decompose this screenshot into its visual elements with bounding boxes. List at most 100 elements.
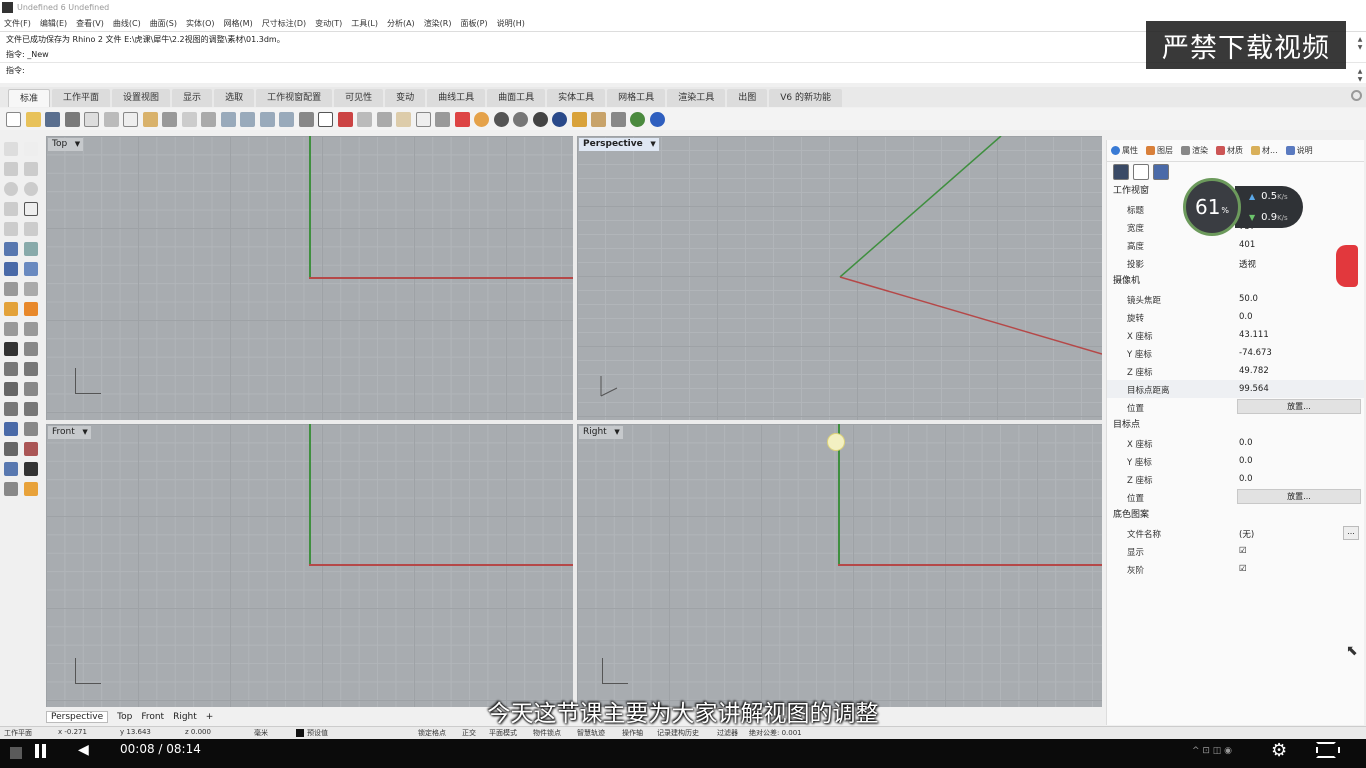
menu-tools[interactable]: 工具(L) bbox=[351, 18, 378, 29]
curve-icon[interactable] bbox=[24, 162, 38, 176]
panel-tab-help[interactable]: 说明 bbox=[1285, 145, 1313, 156]
tab-cplanes[interactable]: 工作平面 bbox=[52, 89, 111, 107]
pan-hand-icon[interactable] bbox=[181, 111, 197, 127]
tab-drafting[interactable]: 出图 bbox=[727, 89, 768, 107]
ghosted-sphere-icon[interactable] bbox=[532, 111, 548, 127]
circle-icon[interactable] bbox=[4, 182, 18, 196]
status-planar[interactable]: 平面模式 bbox=[489, 728, 517, 738]
menu-edit[interactable]: 编辑(E) bbox=[40, 18, 67, 29]
lock-icon[interactable] bbox=[435, 111, 450, 127]
fillet-icon[interactable] bbox=[4, 322, 18, 336]
menu-curve[interactable]: 曲线(C) bbox=[113, 18, 141, 29]
tab-display[interactable]: 显示 bbox=[172, 89, 213, 107]
status-smarttrack[interactable]: 智慧轨迹 bbox=[577, 728, 605, 738]
viewport-right[interactable]: Right ▼ bbox=[577, 424, 1102, 707]
status-history[interactable]: 记录建构历史 bbox=[657, 728, 699, 738]
snapshot-icon[interactable] bbox=[610, 111, 626, 127]
zoom-extents-icon[interactable] bbox=[259, 111, 275, 127]
rotate-view-icon[interactable] bbox=[201, 111, 216, 127]
group-icon[interactable] bbox=[24, 342, 38, 356]
color-wheel-icon[interactable] bbox=[474, 111, 489, 127]
shaded-sphere-icon[interactable] bbox=[493, 111, 509, 127]
mirror-icon[interactable] bbox=[24, 402, 38, 416]
status-cplane[interactable]: 工作平面 bbox=[4, 728, 32, 738]
globe-icon[interactable] bbox=[630, 111, 645, 127]
panel-tab-render[interactable]: 渲染 bbox=[1181, 145, 1208, 156]
check-icon[interactable] bbox=[24, 462, 38, 476]
rectangle-icon[interactable] bbox=[24, 202, 38, 216]
menu-analyze[interactable]: 分析(A) bbox=[387, 18, 415, 29]
panel-tab-materials[interactable]: 材质 bbox=[1216, 145, 1243, 156]
browse-button[interactable]: ... bbox=[1343, 526, 1359, 540]
open-folder-icon[interactable] bbox=[25, 111, 41, 127]
move-icon[interactable] bbox=[4, 382, 18, 396]
viewport-label-top[interactable]: Top ▼ bbox=[48, 138, 84, 151]
status-osnap[interactable]: 物件锁点 bbox=[533, 728, 561, 738]
print-icon[interactable] bbox=[64, 111, 80, 127]
grid-array-icon[interactable] bbox=[4, 442, 18, 456]
menu-file[interactable]: 文件(F) bbox=[4, 18, 31, 29]
panel-tab-properties[interactable]: 属性 bbox=[1111, 145, 1138, 156]
new-file-icon[interactable] bbox=[6, 111, 21, 127]
polyline-icon[interactable] bbox=[4, 162, 18, 176]
viewport-top[interactable]: Top ▼ bbox=[46, 136, 573, 420]
status-layer-swatch[interactable] bbox=[296, 729, 304, 737]
dimension-icon[interactable] bbox=[4, 422, 18, 436]
extrude-icon[interactable] bbox=[4, 282, 18, 296]
command-scrollbar[interactable]: ▲ ▼ ▲ ▼ bbox=[1356, 36, 1364, 84]
freeform-icon[interactable] bbox=[24, 222, 38, 236]
tab-select[interactable]: 选取 bbox=[214, 89, 255, 107]
select-arrow-icon[interactable] bbox=[4, 142, 18, 156]
settings-gear-icon[interactable]: ⚙ bbox=[1271, 740, 1287, 761]
menu-transform[interactable]: 变动(T) bbox=[315, 18, 342, 29]
viewport-perspective[interactable]: Perspective ▼ bbox=[577, 136, 1102, 420]
status-layer[interactable]: 预设值 bbox=[307, 728, 328, 738]
arc-icon[interactable] bbox=[4, 222, 18, 236]
menu-view[interactable]: 查看(V) bbox=[76, 18, 104, 29]
menu-mesh[interactable]: 网格(M) bbox=[224, 18, 253, 29]
tab-transform[interactable]: 变动 bbox=[385, 89, 426, 107]
four-viewports-icon[interactable] bbox=[318, 111, 333, 127]
menu-panels[interactable]: 面板(P) bbox=[461, 18, 488, 29]
volume-icon[interactable]: ◀ bbox=[78, 742, 89, 758]
menu-help[interactable]: 说明(H) bbox=[497, 18, 525, 29]
undo-icon[interactable] bbox=[162, 111, 177, 127]
tab-visibility[interactable]: 可见性 bbox=[334, 89, 384, 107]
sphere-solid-icon[interactable] bbox=[24, 262, 38, 276]
status-grid-snap[interactable]: 锁定格点 bbox=[418, 728, 446, 738]
solid-box-icon[interactable] bbox=[4, 462, 18, 476]
grayscale-checkbox[interactable]: ☑ bbox=[1239, 564, 1247, 574]
options-gear-icon[interactable] bbox=[591, 111, 606, 127]
surface-icon[interactable] bbox=[4, 242, 18, 256]
boolean-icon[interactable] bbox=[4, 302, 18, 316]
display-props-icon[interactable] bbox=[1153, 164, 1169, 180]
trim-icon[interactable] bbox=[24, 322, 38, 336]
windows-start-icon[interactable] bbox=[10, 747, 22, 759]
curve-tools-icon[interactable] bbox=[571, 111, 587, 127]
explode-icon[interactable] bbox=[24, 302, 38, 316]
light-bulb-icon[interactable] bbox=[415, 111, 431, 127]
point-icon[interactable] bbox=[24, 142, 38, 156]
tab-solid-tools[interactable]: 实体工具 bbox=[547, 89, 606, 107]
panel-tab-layers[interactable]: 图层 bbox=[1146, 145, 1173, 156]
help-icon[interactable] bbox=[649, 111, 665, 127]
zoom-window-icon[interactable] bbox=[240, 111, 255, 127]
camera-place-button[interactable]: 放置... bbox=[1237, 399, 1361, 414]
layer-color-icon[interactable] bbox=[454, 111, 470, 127]
mascot-icon[interactable] bbox=[1336, 245, 1358, 287]
tab-viewport-layout[interactable]: 工作视窗配置 bbox=[256, 89, 333, 107]
select-curves-icon[interactable] bbox=[396, 111, 411, 127]
mesh-icon[interactable] bbox=[24, 282, 38, 296]
text-icon[interactable] bbox=[24, 422, 38, 436]
object-props-icon[interactable] bbox=[1133, 164, 1149, 180]
menu-solid[interactable]: 实体(O) bbox=[186, 18, 215, 29]
cut-icon[interactable] bbox=[103, 111, 119, 127]
pause-icon[interactable] bbox=[33, 742, 51, 760]
osnap-icon[interactable] bbox=[376, 111, 392, 127]
rendered-sphere-icon[interactable] bbox=[513, 111, 528, 127]
tab-mesh-tools[interactable]: 网格工具 bbox=[607, 89, 666, 107]
polygon-icon[interactable] bbox=[4, 202, 18, 216]
offset-icon[interactable] bbox=[4, 362, 18, 376]
scale-icon[interactable] bbox=[24, 382, 38, 396]
blend-icon[interactable] bbox=[24, 362, 38, 376]
